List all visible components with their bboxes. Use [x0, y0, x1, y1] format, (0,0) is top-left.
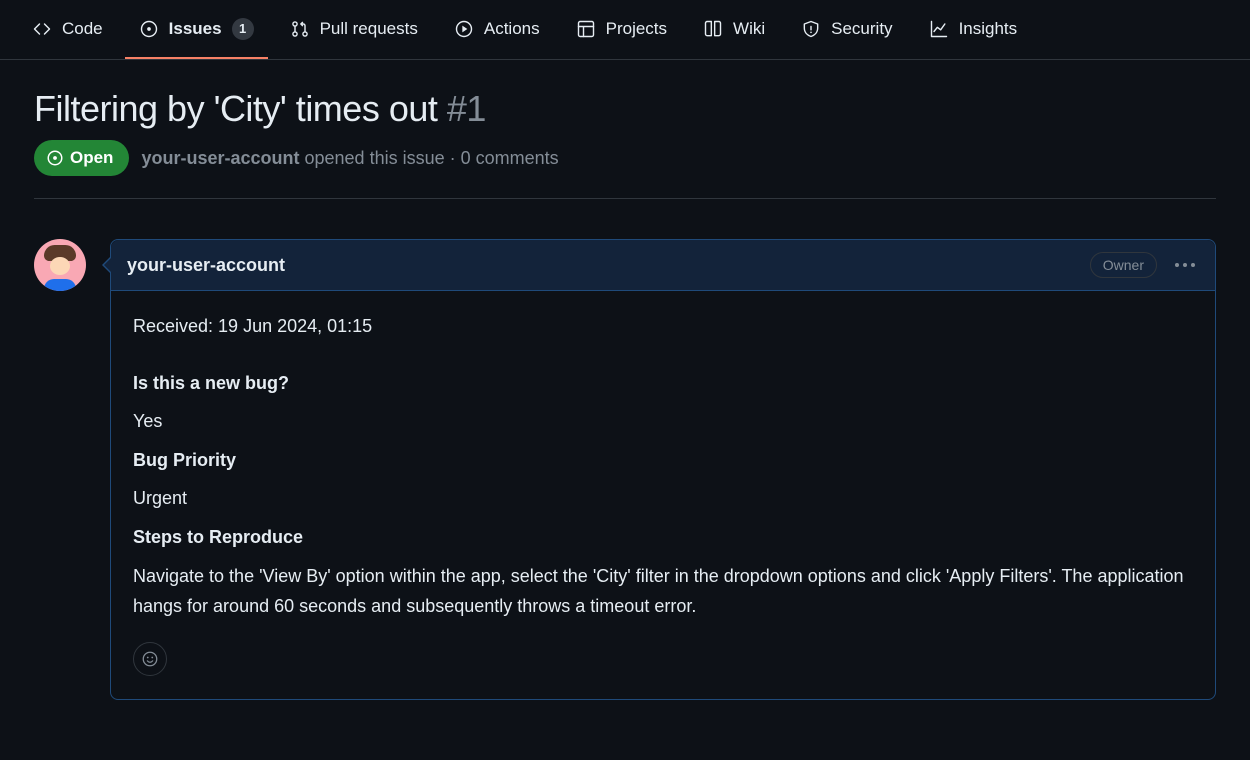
field-label: Steps to Reproduce: [133, 527, 303, 547]
book-icon: [703, 19, 723, 39]
comment-actions-menu[interactable]: [1171, 259, 1199, 271]
issue-title: Filtering by 'City' times out #1: [34, 88, 1216, 130]
repo-nav: Code Issues 1 Pull requests Actions Proj…: [0, 0, 1250, 60]
issue-subheader: Open your-user-account opened this issue…: [34, 140, 1216, 199]
issue-number: #1: [447, 88, 486, 129]
issues-count-badge: 1: [232, 18, 254, 40]
nav-tab-wiki[interactable]: Wiki: [689, 0, 779, 59]
issue-timeline: your-user-account Owner Received: 19 Jun…: [34, 239, 1216, 700]
issue-author-link[interactable]: your-user-account: [141, 148, 299, 168]
nav-tab-label: Security: [831, 20, 892, 37]
issue-opened-icon: [46, 149, 64, 167]
field-value: Urgent: [133, 483, 1193, 514]
issue-opened-text: opened this issue · 0 comments: [305, 148, 559, 168]
field-value: Yes: [133, 406, 1193, 437]
project-icon: [576, 19, 596, 39]
play-circle-icon: [454, 19, 474, 39]
author-role-badge: Owner: [1090, 252, 1157, 278]
nav-tab-label: Issues: [169, 20, 222, 37]
field-value: Navigate to the 'View By' option within …: [133, 561, 1193, 622]
nav-tab-security[interactable]: Security: [787, 0, 906, 59]
nav-tab-label: Code: [62, 20, 103, 37]
issue-opened-icon: [139, 19, 159, 39]
issue-state-badge: Open: [34, 140, 129, 176]
issue-container: Filtering by 'City' times out #1 Open yo…: [0, 60, 1250, 760]
add-reaction-button[interactable]: [133, 642, 167, 676]
comment-card: your-user-account Owner Received: 19 Jun…: [110, 239, 1216, 700]
nav-tab-label: Wiki: [733, 20, 765, 37]
nav-tab-label: Actions: [484, 20, 540, 37]
field-label: Is this a new bug?: [133, 373, 289, 393]
nav-tab-code[interactable]: Code: [18, 0, 117, 59]
comment-header: your-user-account Owner: [111, 240, 1215, 291]
field-label: Bug Priority: [133, 450, 236, 470]
received-line: Received: 19 Jun 2024, 01:15: [133, 311, 1193, 342]
code-icon: [32, 19, 52, 39]
shield-icon: [801, 19, 821, 39]
nav-tab-label: Pull requests: [320, 20, 418, 37]
nav-tab-projects[interactable]: Projects: [562, 0, 681, 59]
nav-tab-actions[interactable]: Actions: [440, 0, 554, 59]
comment-author-link[interactable]: your-user-account: [127, 255, 285, 276]
graph-icon: [929, 19, 949, 39]
nav-tab-issues[interactable]: Issues 1: [125, 0, 268, 59]
avatar[interactable]: [34, 239, 86, 291]
smiley-icon: [141, 650, 159, 668]
nav-tab-pull-requests[interactable]: Pull requests: [276, 0, 432, 59]
nav-tab-label: Projects: [606, 20, 667, 37]
git-pull-request-icon: [290, 19, 310, 39]
comment-body: Received: 19 Jun 2024, 01:15 Is this a n…: [111, 291, 1215, 699]
nav-tab-insights[interactable]: Insights: [915, 0, 1032, 59]
nav-tab-label: Insights: [959, 20, 1018, 37]
issue-state-text: Open: [70, 148, 113, 168]
issue-title-text: Filtering by 'City' times out: [34, 88, 437, 129]
